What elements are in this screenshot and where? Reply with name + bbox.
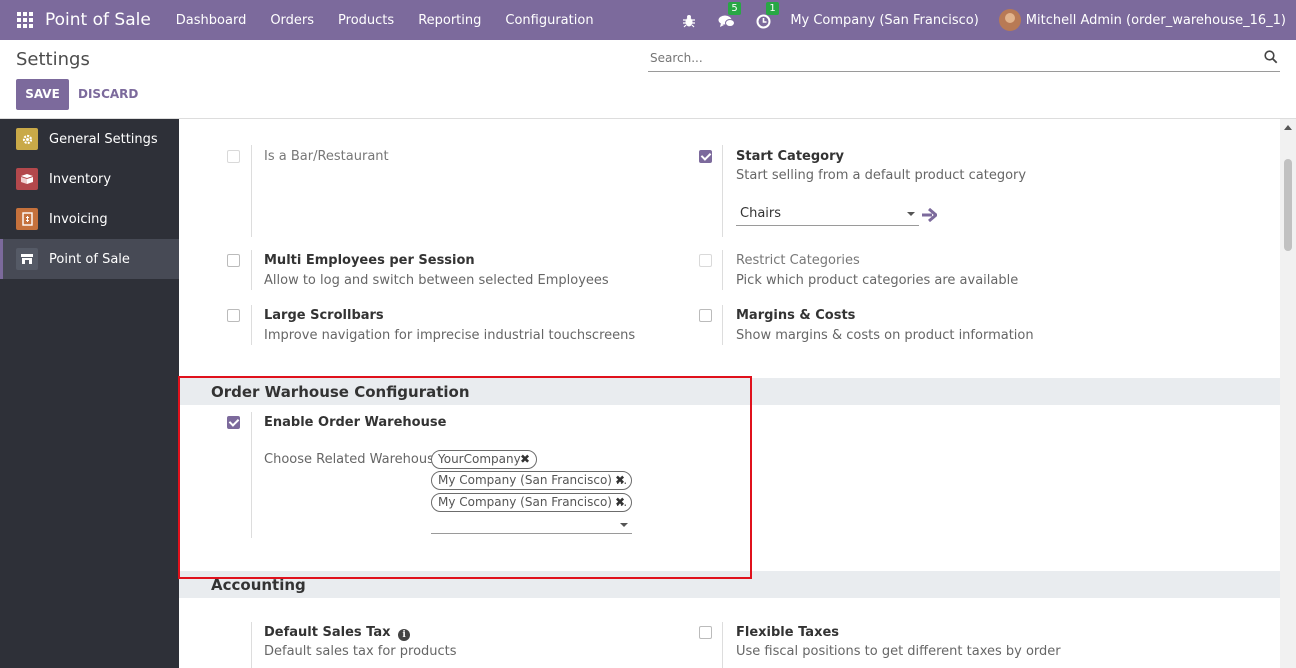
start-category-value: Chairs (740, 206, 782, 221)
menu-products[interactable]: Products (326, 13, 406, 28)
default-sales-tax-title: Default Sales Tax i (264, 625, 411, 641)
control-panel: Settings SAVE DISCARD (0, 40, 1296, 119)
scroll-up-arrow-icon[interactable] (1284, 125, 1292, 130)
margins-costs-title: Margins & Costs (736, 308, 856, 323)
page-title: Settings (16, 49, 90, 70)
main-menu: Dashboard Orders Products Reporting Conf… (164, 13, 606, 28)
divider (722, 305, 723, 345)
sidebar-item-label: Invoicing (49, 211, 108, 227)
divider (722, 622, 723, 668)
bar-restaurant-checkbox[interactable] (227, 150, 240, 163)
restrict-categories-desc: Pick which product categories are availa… (736, 273, 1019, 288)
default-sales-tax-desc: Default sales tax for products (264, 644, 457, 659)
divider (722, 145, 723, 237)
multi-employees-checkbox[interactable] (227, 254, 240, 267)
multi-employees-title: Multi Employees per Session (264, 253, 475, 268)
large-scrollbars-desc: Improve navigation for imprecise industr… (264, 328, 636, 343)
invoice-icon (16, 208, 38, 230)
messages-icon[interactable]: 5 (718, 2, 741, 29)
divider (251, 145, 252, 237)
content-scrollbar[interactable] (1280, 119, 1296, 668)
restrict-categories-title: Restrict Categories (736, 253, 860, 268)
chevron-down-icon (907, 212, 915, 216)
sidebar-item-point-of-sale[interactable]: Point of Sale (0, 239, 179, 279)
menu-configuration[interactable]: Configuration (493, 13, 605, 28)
user-avatar[interactable] (998, 9, 1021, 31)
internal-link-arrow-icon[interactable] (921, 207, 939, 226)
divider (251, 305, 252, 345)
sidebar-item-label: Point of Sale (49, 251, 130, 267)
shop-icon (16, 248, 38, 270)
top-navbar: Point of Sale Dashboard Orders Products … (0, 0, 1296, 40)
start-category-select[interactable]: Chairs (736, 205, 919, 226)
menu-dashboard[interactable]: Dashboard (164, 13, 259, 28)
start-category-checkbox[interactable] (699, 150, 712, 163)
gear-icon (16, 128, 38, 150)
sidebar-item-invoicing[interactable]: Invoicing (0, 199, 179, 239)
flexible-taxes-checkbox[interactable] (699, 626, 712, 639)
info-icon[interactable]: i (398, 629, 411, 641)
inventory-box-icon (16, 168, 38, 190)
sidebar-item-inventory[interactable]: Inventory (0, 159, 179, 199)
multi-employees-desc: Allow to log and switch between selected… (264, 273, 609, 288)
divider (722, 250, 723, 290)
restrict-categories-checkbox[interactable] (699, 254, 712, 267)
search-bar (648, 46, 1280, 72)
activities-badge: 1 (766, 2, 779, 15)
highlight-box (178, 376, 752, 579)
search-input[interactable] (648, 46, 1238, 70)
search-icon[interactable] (1264, 50, 1278, 68)
bug-icon[interactable] (682, 11, 700, 29)
start-category-title: Start Category (736, 149, 844, 164)
large-scrollbars-title: Large Scrollbars (264, 308, 384, 323)
app-brand[interactable]: Point of Sale (45, 10, 151, 30)
discard-button[interactable]: DISCARD (78, 79, 138, 110)
activity-clock-icon[interactable]: 1 (756, 2, 779, 29)
bar-restaurant-title: Is a Bar/Restaurant (264, 149, 389, 164)
scroll-thumb[interactable] (1284, 159, 1292, 251)
messages-badge: 5 (728, 2, 741, 15)
user-menu[interactable]: Mitchell Admin (order_warehouse_16_1) (1026, 13, 1286, 28)
margins-costs-checkbox[interactable] (699, 309, 712, 322)
flexible-taxes-desc: Use fiscal positions to get different ta… (736, 644, 1061, 659)
flexible-taxes-title: Flexible Taxes (736, 625, 840, 640)
company-switcher[interactable]: My Company (San Francisco) (790, 13, 978, 28)
margins-costs-desc: Show margins & costs on product informat… (736, 328, 1034, 343)
divider (251, 622, 252, 668)
menu-reporting[interactable]: Reporting (406, 13, 493, 28)
sidebar-item-label: General Settings (49, 131, 158, 147)
divider (251, 250, 252, 290)
menu-orders[interactable]: Orders (258, 13, 326, 28)
large-scrollbars-checkbox[interactable] (227, 309, 240, 322)
systray: 5 1 My Company (San Francisco) Mitchell … (682, 0, 1296, 40)
sidebar-item-general-settings[interactable]: General Settings (0, 119, 179, 159)
save-button[interactable]: SAVE (16, 79, 69, 110)
apps-menu-icon[interactable] (17, 12, 33, 28)
sidebar-item-label: Inventory (49, 171, 112, 187)
settings-sidebar: General Settings Inventory Invoicing Poi… (0, 119, 179, 668)
start-category-desc: Start selling from a default product cat… (736, 168, 1027, 183)
